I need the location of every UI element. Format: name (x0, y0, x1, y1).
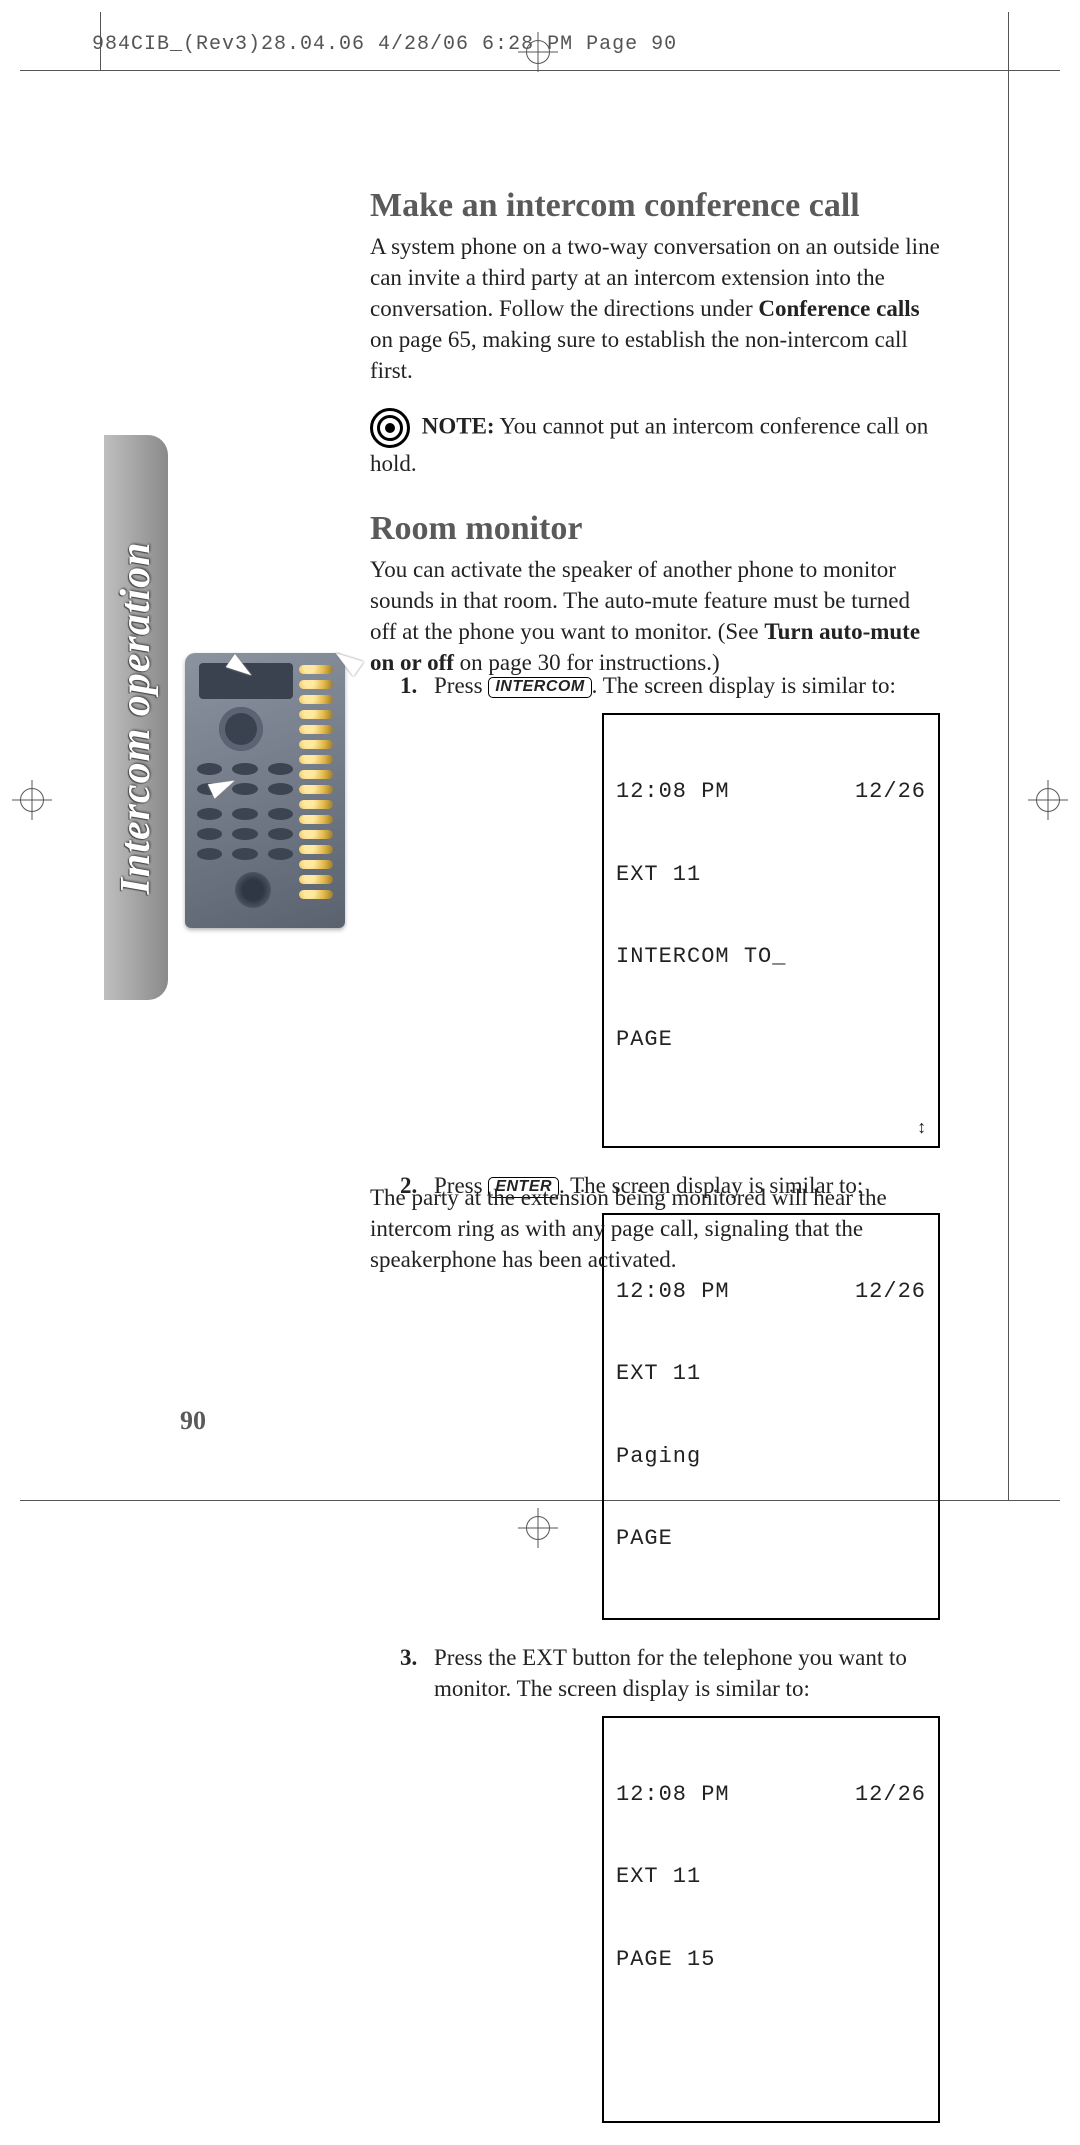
lcd-line: EXT 11 (616, 861, 926, 889)
page-number: 90 (180, 1408, 206, 1434)
note-label: NOTE: (422, 414, 495, 439)
lcd-line: Paging (616, 1443, 926, 1471)
content-column: Make an intercom conference call A syste… (370, 186, 940, 682)
registration-mark-icon (518, 32, 558, 72)
crop-line (100, 12, 101, 70)
phone-illustration (185, 653, 345, 928)
closing-paragraph: The party at the extension being monitor… (370, 1182, 940, 1275)
text-bold: Conference calls (758, 296, 919, 321)
paragraph: A system phone on a two-way conversation… (370, 231, 940, 386)
lcd-date: 12/26 (855, 1278, 926, 1306)
lcd-line: PAGE (616, 1026, 926, 1054)
lcd-time: 12:08 PM (616, 1781, 730, 1809)
heading-conference: Make an intercom conference call (370, 186, 940, 225)
step-number: 3. (400, 1642, 420, 1704)
crop-line (1008, 70, 1009, 1500)
scroll-indicator-icon: ↕ (916, 1120, 928, 1138)
text: on page 65, making sure to establish the… (370, 327, 908, 383)
note-icon (370, 408, 410, 448)
lcd-display-3: 12:08 PM 12/26 EXT 11 PAGE 15 (602, 1716, 940, 2123)
step-3: 3. Press the EXT button for the telephon… (400, 1642, 940, 1704)
registration-mark-icon (12, 780, 52, 820)
lcd-date: 12/26 (855, 1781, 926, 1809)
step-1: 1. Press INTERCOM. The screen display is… (400, 670, 940, 701)
keycap-intercom: INTERCOM (488, 677, 591, 698)
paragraph: You can activate the speaker of another … (370, 554, 940, 678)
lcd-line: INTERCOM TO_ (616, 943, 926, 971)
text: Press (434, 673, 488, 698)
text: Press the EXT button for the telephone y… (434, 1642, 940, 1704)
lcd-time: 12:08 PM (616, 1278, 730, 1306)
step-number: 1. (400, 670, 420, 701)
text: . The screen display is similar to: (592, 673, 896, 698)
manual-page: 984CIB_(Rev3)28.04.06 4/28/06 6:28 PM Pa… (0, 0, 1080, 1570)
note-block: NOTE: You cannot put an intercom confere… (370, 408, 940, 480)
heading-room-monitor: Room monitor (370, 509, 940, 548)
prepress-header: 984CIB_(Rev3)28.04.06 4/28/06 6:28 PM Pa… (92, 35, 677, 55)
lcd-line: PAGE 15 (616, 1946, 926, 1974)
lcd-line: PAGE (616, 1525, 926, 1553)
registration-mark-icon (1028, 780, 1068, 820)
lcd-time: 12:08 PM (616, 778, 730, 806)
crop-line (1008, 12, 1009, 70)
section-tab-label: Intercom operation (115, 541, 157, 894)
lcd-display-1: 12:08 PM 12/26 EXT 11 INTERCOM TO_ PAGE ↕ (602, 713, 940, 1148)
lcd-line: EXT 11 (616, 1360, 926, 1388)
steps-block: 1. Press INTERCOM. The screen display is… (400, 670, 940, 2145)
lcd-line (616, 2028, 926, 2056)
section-tab: Intercom operation (104, 435, 168, 1000)
lcd-line: EXT 11 (616, 1863, 926, 1891)
lcd-date: 12/26 (855, 778, 926, 806)
